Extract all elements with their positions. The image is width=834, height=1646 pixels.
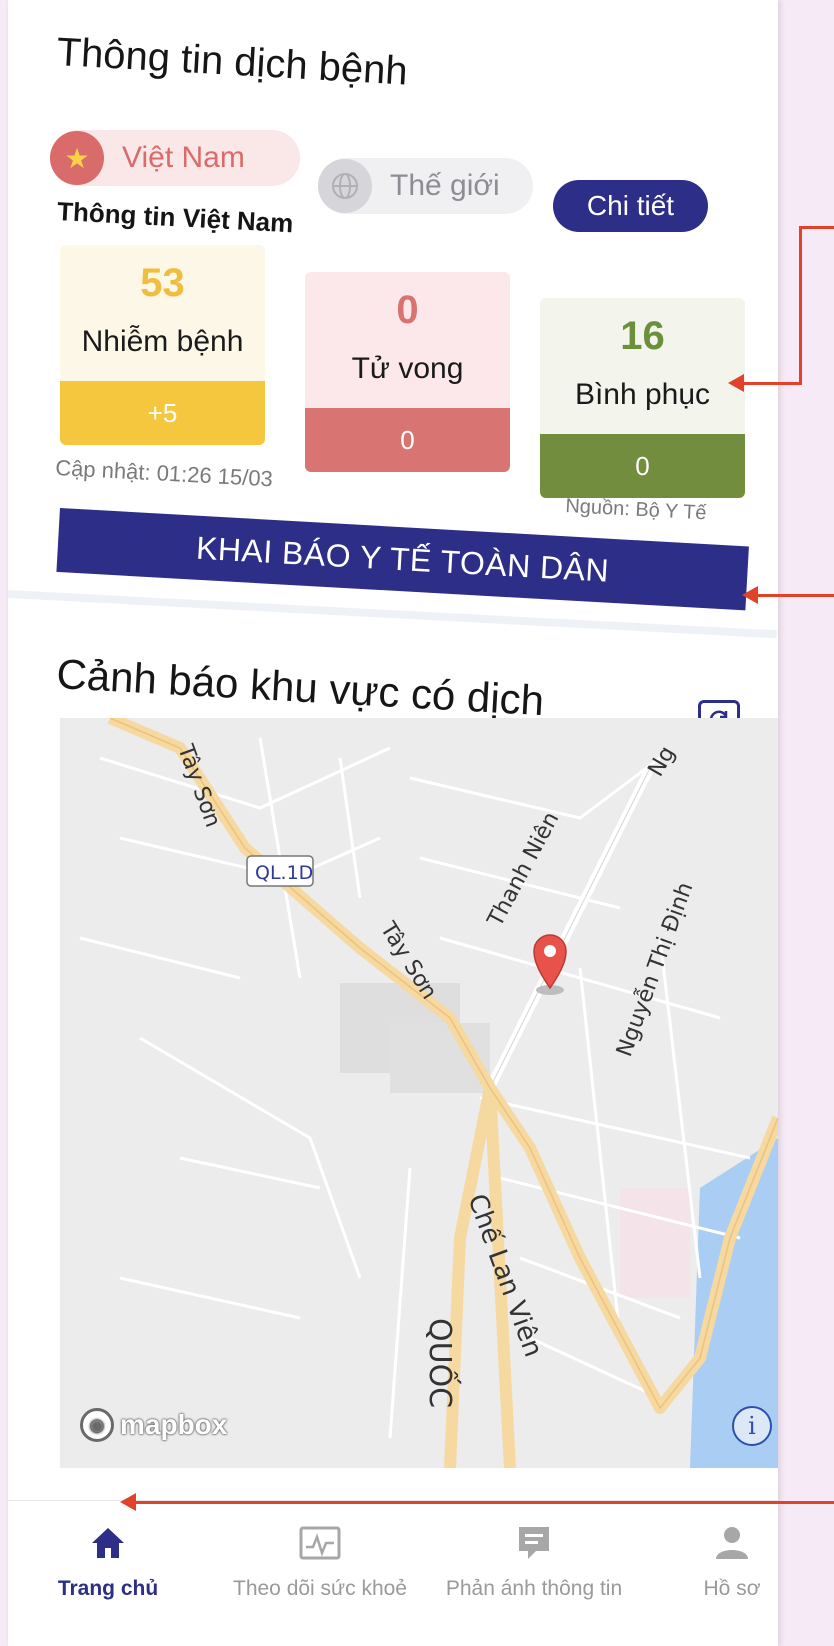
nav-item-home[interactable]: Trang chủ	[12, 1521, 204, 1601]
stat-value: 16	[620, 314, 665, 358]
info-icon[interactable]: i	[732, 1406, 772, 1446]
profile-icon	[710, 1521, 754, 1565]
nav-label: Trang chủ	[57, 1577, 159, 1600]
nav-label: Phản ánh thông tin	[445, 1577, 623, 1600]
stat-card-infected: 53 Nhiễm bệnh +5	[60, 245, 265, 445]
callout-arrow-line	[799, 226, 802, 384]
updated-timestamp: Cập nhật: 01:26 15/03	[54, 455, 274, 492]
tab-world-label: Thế giới	[390, 169, 500, 202]
feedback-icon	[512, 1521, 556, 1565]
epidemic-info-card: Thông tin dịch bệnh ★ Việt Nam Thế giới …	[8, 0, 778, 645]
stat-value: 53	[140, 261, 185, 305]
stat-delta: +5	[60, 381, 265, 445]
map-canvas: Tây Sơn QL.1D Tây Sơn Thanh Niên Nguyễn …	[60, 718, 778, 1468]
home-icon	[86, 1521, 130, 1565]
tab-world[interactable]: Thế giới	[318, 158, 533, 214]
bottom-navigation: Trang chủ Theo dõi sức khoẻ Phản ánh thô…	[8, 1500, 778, 1646]
stat-card-deaths: 0 Tử vong 0	[305, 272, 510, 472]
mapbox-icon: ◉	[80, 1408, 114, 1442]
nav-label: Theo dõi sức khoẻ	[233, 1577, 407, 1600]
nav-label: Hồ sơ	[703, 1577, 761, 1600]
tab-vietnam[interactable]: ★ Việt Nam	[50, 130, 300, 186]
nav-item-profile[interactable]: Hồ sơ	[636, 1521, 778, 1601]
health-monitor-icon	[298, 1521, 342, 1565]
health-declaration-button[interactable]: KHAI BÁO Y TẾ TOÀN DÂN	[56, 508, 749, 611]
stat-delta: 0	[540, 434, 745, 498]
stat-delta: 0	[305, 408, 510, 472]
star-icon: ★	[50, 131, 104, 185]
stat-value: 0	[396, 288, 419, 332]
stat-label: Tử vong	[351, 352, 464, 385]
nav-item-feedback[interactable]: Phản ánh thông tin	[438, 1521, 630, 1601]
mapbox-label: mapbox	[120, 1409, 228, 1440]
map-section-title: Cảnh báo khu vực có dịch	[55, 650, 546, 725]
callout-arrow-line	[799, 226, 834, 229]
mapbox-logo: ◉ mapbox	[80, 1408, 227, 1442]
callout-arrow	[120, 1493, 834, 1511]
tab-vietnam-label: Việt Nam	[122, 141, 245, 174]
callout-arrow	[728, 374, 802, 392]
svg-text:QL.1D: QL.1D	[255, 862, 313, 884]
nav-item-health-monitor[interactable]: Theo dõi sức khoẻ	[224, 1521, 416, 1601]
stat-card-recovered: 16 Bình phục 0	[540, 298, 745, 498]
globe-icon	[318, 159, 372, 213]
page-title: Thông tin dịch bệnh	[55, 30, 409, 94]
app-screen: Thông tin dịch bệnh ★ Việt Nam Thế giới …	[8, 0, 778, 1646]
detail-button[interactable]: Chi tiết	[553, 180, 708, 232]
data-source: Nguồn: Bộ Y Tế	[564, 495, 708, 525]
stat-label: Nhiễm bệnh	[81, 325, 244, 358]
road-label: QUỐC	[422, 1318, 462, 1408]
stat-label: Bình phục	[574, 378, 711, 411]
callout-arrow	[742, 586, 834, 604]
outbreak-map[interactable]: Tây Sơn QL.1D Tây Sơn Thanh Niên Nguyễn …	[60, 718, 778, 1468]
section-subtitle: Thông tin Việt Nam	[56, 196, 295, 239]
